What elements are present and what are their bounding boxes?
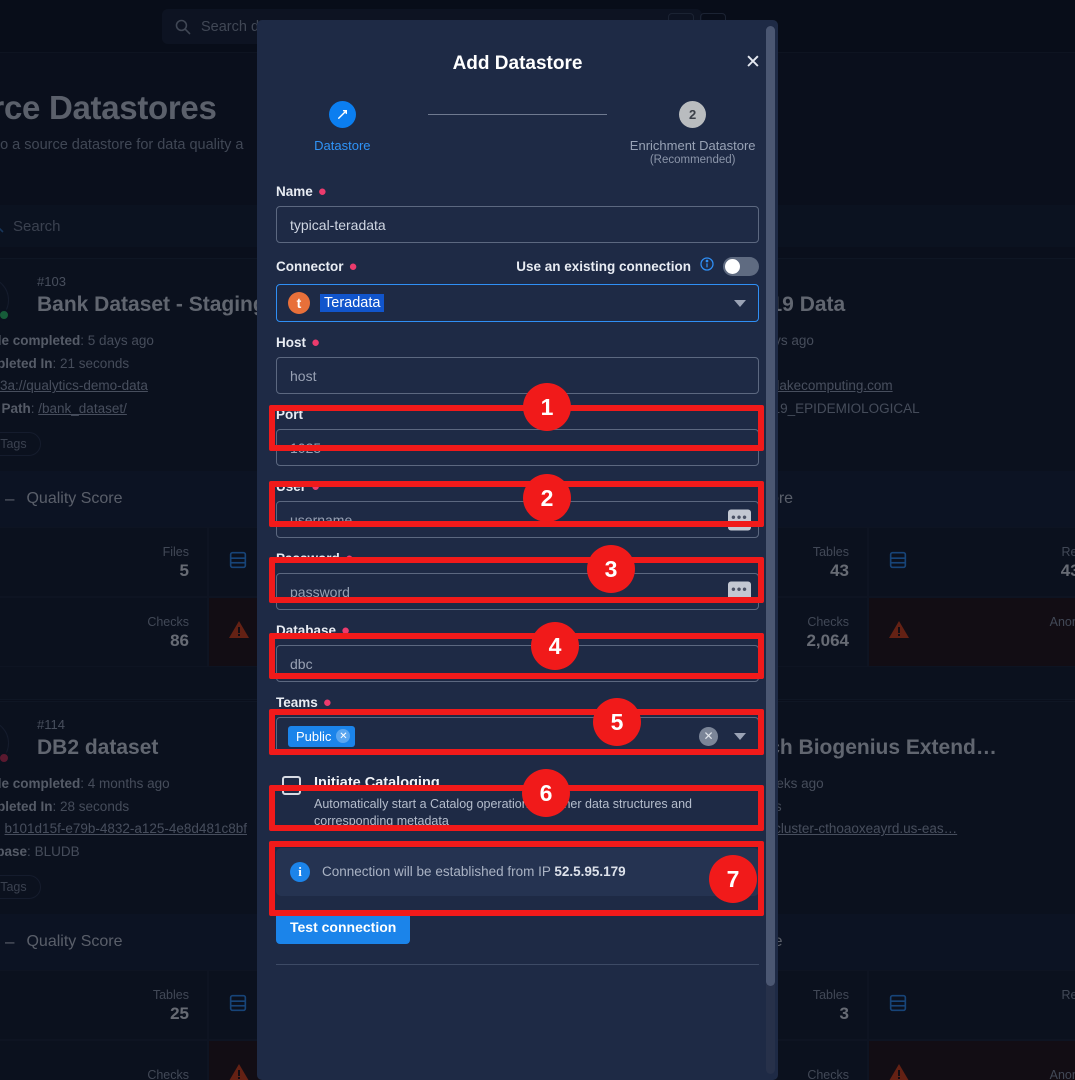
initiate-cataloging[interactable]: Initiate Cataloging Automatically start … <box>276 768 759 838</box>
password-label: Password ● <box>276 550 354 567</box>
connection-ip-prefix: Connection will be established from IP <box>322 864 555 880</box>
required-dot: ● <box>344 550 354 567</box>
initiate-cataloging-checkbox[interactable] <box>282 776 301 795</box>
chevron-down-icon[interactable] <box>734 299 746 307</box>
required-dot: ● <box>317 183 327 200</box>
add-datastore-modal: ✕ Add Datastore Datastore 2 Enrichment D… <box>257 20 778 1080</box>
test-connection-button[interactable]: Test connection <box>276 909 411 944</box>
teradata-icon: t <box>288 292 310 314</box>
existing-connection-label: Use an existing connection <box>516 259 691 274</box>
user-label: User ● <box>276 478 321 495</box>
initiate-cataloging-title: Initiate Cataloging <box>314 775 440 791</box>
required-dot: ● <box>311 478 321 495</box>
database-field: Database ● <box>276 623 759 682</box>
connection-ip-value: 52.5.95.179 <box>554 864 626 880</box>
step-enrichment[interactable]: 2 Enrichment Datastore (Recommended) <box>607 101 778 166</box>
annotation-badge-4: 4 <box>531 622 579 670</box>
modal-scrollbar-thumb[interactable] <box>766 26 775 986</box>
connection-ip-banner: i Connection will be established from IP… <box>276 847 759 896</box>
team-chip[interactable]: Public ✕ <box>288 725 356 747</box>
annotation-badge-6: 6 <box>522 769 570 817</box>
required-dot: ● <box>348 258 358 275</box>
password-field: Password ● ••• <box>276 551 759 610</box>
annotation-badge-1: 1 <box>523 383 571 431</box>
database-label: Database ● <box>276 622 351 639</box>
port-input[interactable] <box>276 429 759 466</box>
connector-select[interactable]: t Teradata <box>276 284 759 322</box>
step-1-label: Datastore <box>314 138 371 153</box>
teams-select[interactable]: Public ✕ ✕ <box>276 717 759 755</box>
password-input[interactable] <box>276 573 759 610</box>
connector-field: Connector ● Use an existing connection t… <box>276 256 759 322</box>
annotation-badge-2: 2 <box>523 474 571 522</box>
stepper-connector-line <box>427 114 608 115</box>
datastore-form: Name ● Connector ● Use an existing conne… <box>257 166 778 965</box>
step-datastore[interactable]: Datastore <box>257 101 428 153</box>
name-input[interactable] <box>276 206 759 243</box>
step-1-circle <box>328 101 356 128</box>
app-root: Search datastores, tables and fields Sou… <box>0 0 1075 1080</box>
host-input[interactable] <box>276 357 759 394</box>
connection-ip-text: Connection will be established from IP 5… <box>322 864 626 879</box>
info-icon: i <box>290 861 310 882</box>
connector-selected-value: Teradata <box>320 294 385 312</box>
teams-label: Teams ● <box>276 694 332 711</box>
password-more-icon[interactable]: ••• <box>728 581 751 602</box>
user-field: User ● ••• <box>276 479 759 538</box>
user-more-icon[interactable]: ••• <box>728 509 751 530</box>
database-input[interactable] <box>276 645 759 682</box>
modal-title: Add Datastore <box>452 53 583 74</box>
chevron-down-icon[interactable] <box>734 732 746 740</box>
required-dot: ● <box>311 334 321 351</box>
modal-divider <box>276 963 759 965</box>
host-field: Host ● <box>276 335 759 394</box>
required-dot: ● <box>341 622 351 639</box>
annotation-badge-5: 5 <box>593 698 641 746</box>
wizard-stepper: Datastore 2 Enrichment Datastore (Recomm… <box>257 101 778 166</box>
initiate-cataloging-description: Automatically start a Catalog operation … <box>314 797 692 828</box>
step-2-label: Enrichment Datastore <box>629 138 756 153</box>
user-input[interactable] <box>276 501 759 538</box>
teams-field: Teams ● Public ✕ ✕ <box>276 695 759 755</box>
name-label: Name ● <box>276 183 327 200</box>
annotation-badge-3: 3 <box>587 545 635 593</box>
connector-label: Connector ● <box>276 258 358 275</box>
existing-connection-toggle[interactable] <box>723 257 759 276</box>
required-dot: ● <box>322 694 332 711</box>
step-2-circle: 2 <box>679 101 707 128</box>
info-icon[interactable] <box>699 256 715 277</box>
annotation-badge-7: 7 <box>709 855 757 903</box>
team-chip-label: Public <box>296 728 332 744</box>
step-2-sublabel: (Recommended) <box>649 154 736 166</box>
close-icon[interactable]: ✕ <box>742 52 764 74</box>
remove-chip-icon[interactable]: ✕ <box>336 729 351 743</box>
clear-all-icon[interactable]: ✕ <box>699 726 718 746</box>
host-label: Host ● <box>276 334 321 351</box>
port-field: Port <box>276 407 759 466</box>
port-label: Port <box>276 407 303 422</box>
name-field: Name ● <box>276 184 759 243</box>
